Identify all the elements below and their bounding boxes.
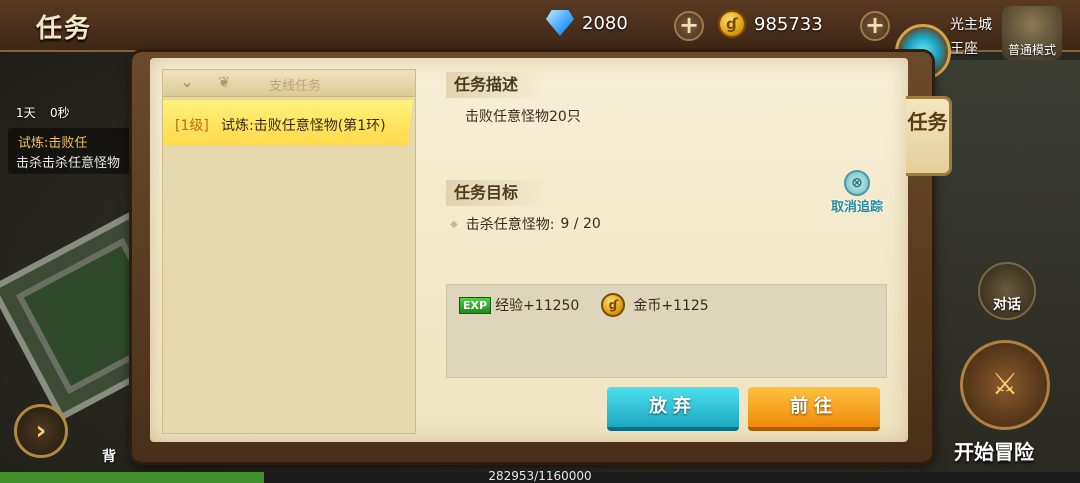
talk-button[interactable]: 对话 (978, 262, 1036, 320)
exp-reward: 经验+11250 (495, 298, 580, 314)
add-diamond-button[interactable]: + (674, 11, 704, 41)
gold-coin-icon: ɠ (601, 293, 626, 317)
task-list-item[interactable]: [1级] 试炼:击败任意怪物(第1环) (163, 100, 413, 146)
exp-progress-text: 282953/1160000 (488, 469, 592, 483)
gold-value: 985733 (754, 13, 823, 35)
city-name: 光主城 (950, 17, 992, 33)
task-category-header[interactable]: ⌄ ❦ 支线任务 (163, 70, 415, 97)
timer-seconds: 0秒 (50, 106, 70, 120)
talk-label: 对话 (993, 297, 1021, 313)
tab-task-label: 任务 (907, 110, 948, 134)
gold-counter: ɠ 985733 (718, 10, 823, 38)
goal-progress: 9 / 20 (560, 216, 601, 232)
add-gold-button[interactable]: + (860, 11, 890, 41)
diamond-icon (546, 10, 574, 36)
desc-text: 击败任意怪物20只 (465, 109, 581, 125)
ornament-icon: ❦ (218, 73, 231, 91)
start-adventure-button[interactable]: ⚔ 开始冒险 (940, 340, 1070, 464)
chevron-down-icon[interactable]: ⌄ (173, 72, 201, 92)
task-name: 试炼:击败任意怪物(第1环) (221, 118, 386, 134)
goto-button[interactable]: 前往 (748, 387, 880, 431)
expand-arrow-button[interactable]: › (14, 404, 68, 458)
reward-line: EXP 经验+11250 ɠ 金币+1125 (459, 293, 709, 317)
gold-coin-icon: ɠ (718, 10, 746, 38)
abandon-button[interactable]: 放弃 (607, 387, 739, 431)
goal-row: ◆ 击杀任意怪物: 9 / 20 (450, 214, 601, 234)
timer-days: 1天 (16, 106, 36, 120)
task-level: [1级] (175, 118, 209, 134)
hud-left: 1天 0秒 试炼:击败任 击杀击杀任意怪物 (0, 50, 150, 180)
goal-heading: 任务目标 (446, 180, 549, 206)
quest-tracker[interactable]: 试炼:击败任 击杀击杀任意怪物 (8, 128, 138, 174)
cancel-tracking-label: 取消追踪 (830, 200, 883, 215)
desc-heading: 任务描述 (446, 72, 549, 98)
gold-reward: 金币+1125 (633, 298, 709, 314)
swords-icon: ⚔ (960, 340, 1050, 430)
bag-label[interactable]: 背 (102, 446, 116, 466)
cancel-tracking-button[interactable]: ⊗ 取消追踪 (826, 170, 888, 215)
exp-progress-bar: 282953/1160000 (0, 469, 1080, 483)
task-category-label: 支线任务 (269, 79, 322, 94)
bullet-icon: ◆ (450, 218, 458, 230)
zone-name: 王座 (950, 41, 978, 57)
tab-task[interactable]: 任务 (906, 96, 952, 176)
diamond-counter: 2080 (546, 10, 628, 36)
tracker-title: 试炼:击败任 (18, 136, 88, 151)
task-list-panel: ⌄ ❦ 支线任务 [1级] 试炼:击败任意怪物(第1环) (162, 69, 416, 434)
mode-button[interactable]: 普通模式 (1002, 6, 1062, 60)
start-adventure-label: 开始冒险 (954, 440, 1034, 464)
tracker-desc: 击杀击杀任意怪物 (16, 156, 121, 171)
exp-icon: EXP (459, 296, 492, 314)
goal-label: 击杀任意怪物: (465, 217, 555, 233)
diamond-value: 2080 (582, 12, 628, 34)
page-title: 任务 (36, 14, 93, 44)
target-icon: ⊗ (844, 170, 870, 196)
mode-label: 普通模式 (1007, 43, 1056, 57)
reward-box: EXP 经验+11250 ɠ 金币+1125 (446, 284, 887, 378)
